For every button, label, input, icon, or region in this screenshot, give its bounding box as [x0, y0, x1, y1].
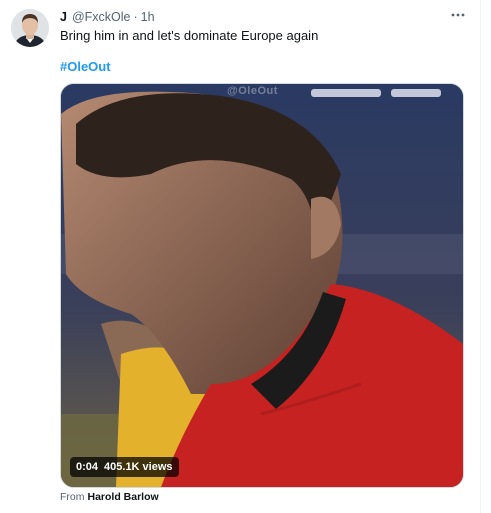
- separator: ·: [133, 10, 138, 24]
- video-watermark: @OleOut: [227, 85, 278, 97]
- video-thumbnail: [61, 84, 463, 487]
- more-horizontal-icon: [451, 13, 465, 17]
- avatar[interactable]: [11, 9, 49, 47]
- tweet-header: J @FxckOle · 1h: [60, 9, 155, 25]
- video-stats-badge: 0:04 405.1K views: [70, 457, 179, 477]
- media-attribution: From Harold Barlow: [60, 491, 159, 503]
- video-views: 405.1K views: [104, 461, 173, 473]
- tweet-text: Bring him in and let's dominate Europe a…: [60, 28, 319, 43]
- video-player[interactable]: @OleOut 0:04 405.1K views: [60, 83, 464, 488]
- attribution-prefix: From: [60, 491, 85, 503]
- handle[interactable]: @FxckOle: [72, 10, 131, 24]
- timestamp[interactable]: 1h: [141, 10, 155, 24]
- more-button[interactable]: [449, 6, 467, 24]
- display-name[interactable]: J: [60, 10, 67, 24]
- video-duration: 0:04: [76, 461, 99, 473]
- profile-avatar-image: [11, 9, 49, 47]
- attribution-source-link[interactable]: Harold Barlow: [88, 491, 159, 503]
- hashtag-link[interactable]: #OleOut: [60, 59, 111, 74]
- tweet-card[interactable]: J @FxckOle · 1h Bring him in and let's d…: [0, 0, 491, 513]
- column-divider: [480, 0, 481, 513]
